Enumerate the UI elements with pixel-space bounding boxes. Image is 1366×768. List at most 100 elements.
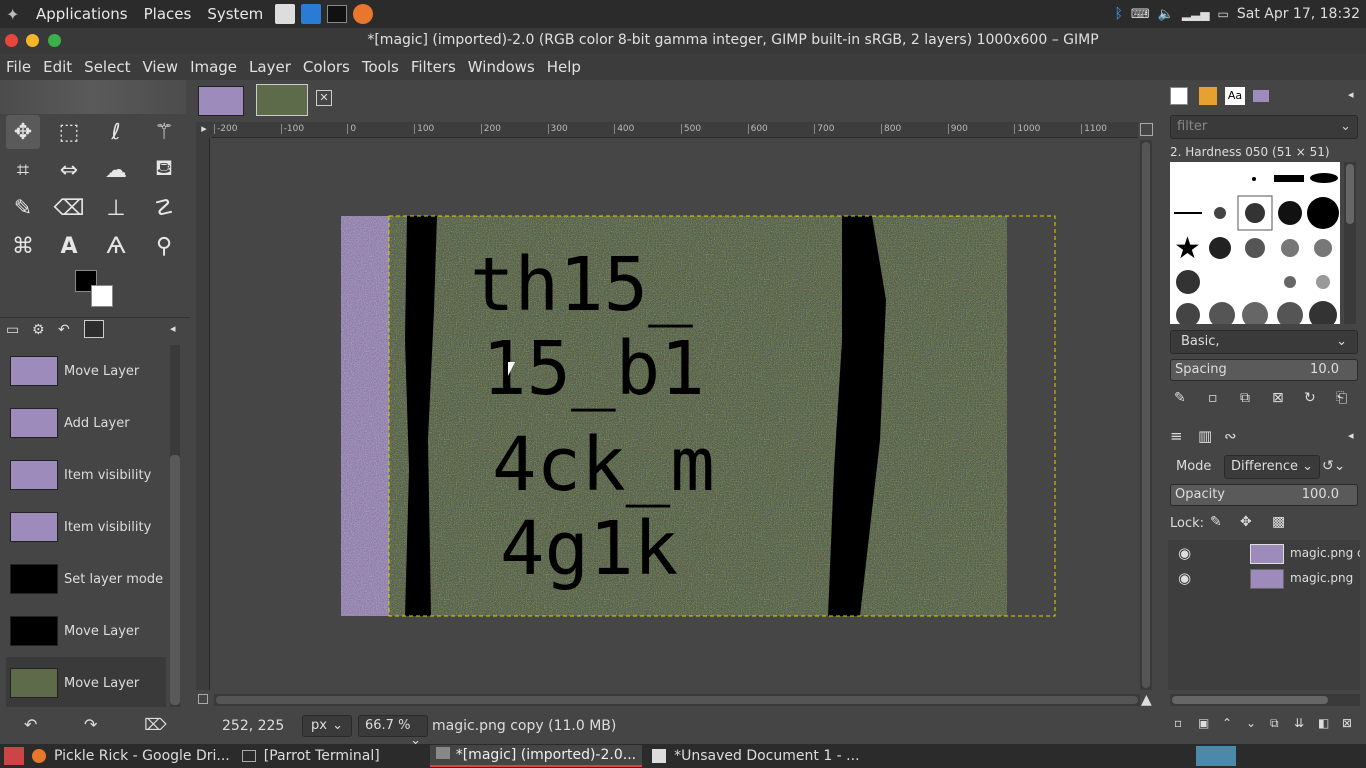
close-tab-icon[interactable]: ✕ — [316, 90, 332, 106]
smudge-tool-icon[interactable]: ☡ — [147, 191, 181, 225]
firefox-icon[interactable] — [32, 749, 46, 763]
history-item[interactable]: Move Layer — [6, 605, 166, 657]
quick-mask-icon[interactable] — [198, 694, 208, 704]
minimize-window-button[interactable] — [26, 34, 39, 47]
history-redo-button[interactable]: ↷ — [84, 715, 97, 734]
device-status-tab-icon[interactable]: ⚙ — [32, 322, 45, 338]
system-menu[interactable]: System — [199, 5, 271, 23]
layer-row[interactable]: ◉ magic.png co — [1168, 542, 1360, 566]
text-editor-launcher-icon[interactable] — [275, 4, 296, 24]
history-undo-button[interactable]: ↶ — [24, 715, 37, 734]
menu-layer[interactable]: Layer — [243, 58, 297, 76]
brush-preset-select[interactable]: Basic, ⌄ — [1170, 330, 1358, 354]
taskbar-item-terminal[interactable]: [Parrot Terminal] — [264, 748, 380, 764]
bucket-fill-tool-icon[interactable]: ⛾ — [147, 153, 181, 187]
fonts-tab-icon[interactable]: Aa — [1225, 87, 1245, 105]
delete-brush-icon[interactable]: ⊠ — [1272, 390, 1284, 406]
menu-view[interactable]: View — [136, 58, 184, 76]
gradients-tab-icon[interactable] — [1253, 90, 1269, 102]
patterns-tab-icon[interactable] — [1199, 87, 1217, 105]
layer-mode-select[interactable]: Difference ⌄ — [1224, 455, 1320, 479]
layers-dock-menu-icon[interactable]: ◂ — [1348, 429, 1354, 442]
clone-tool-icon[interactable]: ⊥ — [99, 191, 133, 225]
history-clear-button[interactable]: ⌦ — [144, 715, 167, 734]
paths-tool-icon[interactable]: ⌘ — [6, 229, 40, 263]
volume-icon[interactable]: 🔈 — [1158, 7, 1174, 22]
navigate-icon[interactable]: ▲ — [1141, 692, 1152, 708]
menu-edit[interactable]: Edit — [37, 58, 78, 76]
history-scrollbar[interactable] — [170, 345, 180, 707]
transform-tool-icon[interactable]: ⇔ — [52, 153, 86, 187]
warp-tool-icon[interactable]: ☁ — [99, 153, 133, 187]
move-tool-icon[interactable]: ✥ — [6, 115, 40, 149]
background-color-swatch[interactable] — [91, 285, 113, 307]
taskbar-item-gimp-active[interactable]: *[magic] (imported)-2.0... — [429, 745, 643, 767]
images-tab-icon[interactable] — [84, 320, 104, 338]
lower-layer-icon[interactable]: ⌄ — [1246, 716, 1256, 730]
mode-reset-icon[interactable]: ↺⌄ — [1322, 458, 1345, 474]
zoom-select[interactable]: 66.7 % ⌄ — [358, 715, 428, 748]
layer-mask-icon[interactable]: ◧ — [1318, 716, 1329, 730]
new-layer-icon[interactable]: ▫ — [1174, 716, 1182, 730]
close-window-button[interactable] — [5, 34, 18, 47]
lock-position-icon[interactable]: ✥ — [1240, 514, 1252, 530]
menu-select[interactable]: Select — [78, 58, 136, 76]
history-item[interactable]: Item visibility — [6, 501, 166, 553]
brush-grid[interactable]: ★ — [1170, 162, 1340, 324]
eye-icon[interactable]: ◉ — [1178, 544, 1191, 562]
brushes-tab-icon[interactable] — [1170, 87, 1188, 105]
configure-tab-icon[interactable]: ◂ — [170, 322, 176, 335]
vertical-scrollbar[interactable] — [1140, 140, 1152, 690]
new-brush-icon[interactable]: ▫ — [1208, 390, 1218, 406]
lasso-tool-icon[interactable]: ℓ — [99, 115, 133, 149]
places-menu[interactable]: Places — [136, 5, 200, 23]
rect-select-tool-icon[interactable]: ⬚ — [52, 115, 86, 149]
firefox-launcher-icon[interactable] — [353, 4, 374, 24]
fuzzy-select-tool-icon[interactable]: ⚚ — [147, 115, 181, 149]
refresh-brushes-icon[interactable]: ↻ — [1304, 390, 1316, 406]
crop-tool-icon[interactable]: ⌗ — [6, 153, 40, 187]
open-brush-icon[interactable]: ⎗ — [1336, 390, 1347, 406]
layer-name[interactable]: magic.png — [1290, 571, 1353, 585]
menu-help[interactable]: Help — [541, 58, 587, 76]
brush-grid-scrollbar[interactable] — [1344, 162, 1356, 324]
duplicate-layer-icon[interactable]: ⧉ — [1270, 716, 1279, 731]
image-canvas[interactable]: th15_ 15_b1 4ck_m 4g1k — [212, 140, 1138, 688]
text-tool-icon[interactable]: A — [52, 229, 86, 263]
eye-icon[interactable]: ◉ — [1178, 569, 1191, 587]
gegl-tool-icon[interactable]: Ѧ — [99, 229, 133, 263]
dock-menu-icon[interactable]: ◂ — [1348, 88, 1354, 101]
image-tab-magic[interactable] — [256, 84, 308, 116]
history-item[interactable]: Add Layer — [6, 397, 166, 449]
eraser-tool-icon[interactable]: ⌫ — [52, 191, 86, 225]
edit-brush-icon[interactable]: ✎ — [1174, 390, 1186, 406]
lock-pixels-icon[interactable]: ✎ — [1210, 514, 1222, 530]
maximize-window-button[interactable] — [48, 34, 61, 47]
duplicate-brush-icon[interactable]: ⧉ — [1240, 390, 1250, 406]
horizontal-ruler[interactable]: -200 -100 0 100 200 300 400 500 600 700 800 900 1000… — [212, 122, 1138, 138]
text-editor-icon[interactable] — [652, 749, 667, 763]
raise-layer-icon[interactable]: ⌃ — [1222, 716, 1232, 730]
opacity-slider[interactable]: Opacity 100.0 — [1170, 484, 1358, 506]
menu-image[interactable]: Image — [184, 58, 243, 76]
lock-alpha-icon[interactable]: ▩ — [1272, 514, 1285, 530]
applications-menu[interactable]: Applications — [28, 5, 136, 23]
channels-tab-icon[interactable]: ▥ — [1198, 427, 1212, 445]
parrot-launcher-icon[interactable] — [301, 4, 322, 24]
layer-row[interactable]: ◉ magic.png — [1168, 567, 1360, 591]
tool-options-tab-icon[interactable]: ▭ — [6, 322, 19, 338]
menu-windows[interactable]: Windows — [462, 58, 541, 76]
layers-hscrollbar[interactable] — [1170, 694, 1360, 706]
terminal-icon[interactable] — [241, 750, 256, 762]
delete-layer-icon[interactable]: ⊠ — [1342, 716, 1352, 730]
network-icon[interactable]: ▂▃▅ — [1182, 7, 1210, 21]
menu-tools[interactable]: Tools — [356, 58, 405, 76]
layer-name[interactable]: magic.png co — [1290, 546, 1360, 560]
zoom-follow-icon[interactable] — [1140, 123, 1153, 136]
horizontal-scrollbar[interactable] — [214, 694, 1140, 706]
spacing-slider[interactable]: Spacing 10.0 — [1170, 359, 1358, 381]
menu-file[interactable]: File — [0, 58, 37, 76]
undo-history-tab-icon[interactable]: ↶ — [58, 322, 70, 338]
brush-filter-input[interactable]: filter ⌄ — [1170, 115, 1358, 139]
image-tab-purple[interactable] — [198, 86, 244, 116]
